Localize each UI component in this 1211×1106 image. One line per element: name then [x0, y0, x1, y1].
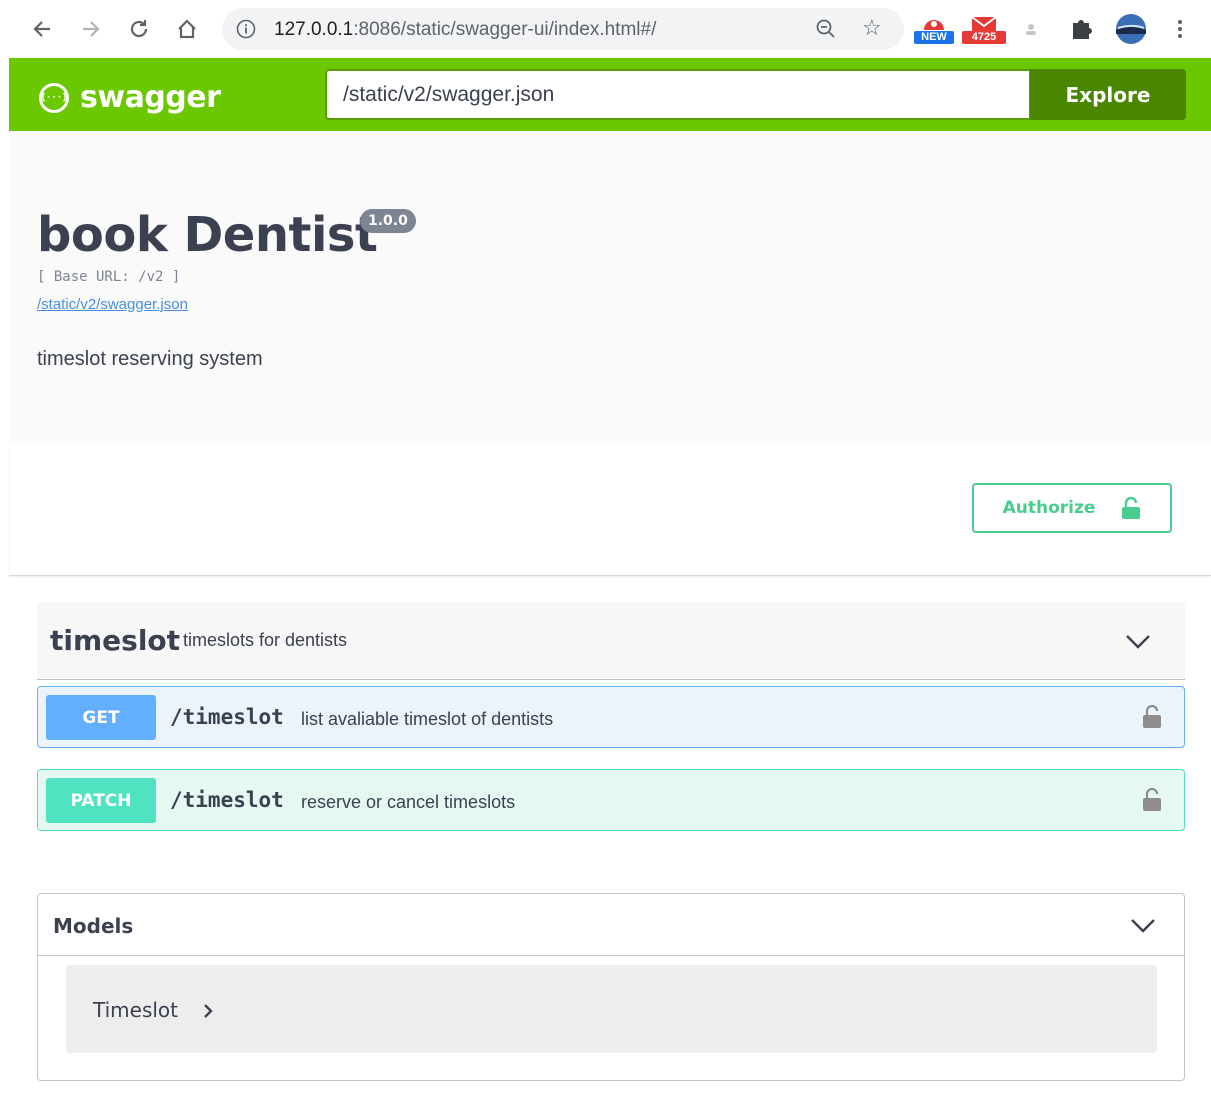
address-bar[interactable]: 127.0.0.1:8086/static/swagger-ui/index.h… — [222, 8, 904, 50]
forward-arrow-icon[interactable] — [76, 14, 106, 44]
models-title: Models — [53, 914, 134, 938]
chevron-right-icon[interactable] — [201, 1003, 215, 1019]
base-url: [ Base URL: /v2 ] — [37, 269, 181, 285]
address-url: 127.0.0.1:8086/static/swagger-ui/index.h… — [274, 19, 656, 41]
authorize-label: Authorize — [1002, 498, 1096, 518]
menu-icon[interactable] — [1170, 14, 1190, 44]
extension-user-icon[interactable] — [1024, 22, 1038, 52]
back-arrow-icon[interactable] — [27, 14, 57, 44]
profile-avatar[interactable] — [1114, 14, 1148, 44]
models-header[interactable]: Models — [38, 894, 1184, 956]
swagger-logo[interactable]: {···} swagger — [39, 80, 221, 115]
model-item[interactable]: Timeslot — [66, 965, 1157, 1053]
extension-new-icon[interactable]: NEW — [914, 14, 954, 44]
star-icon[interactable]: ☆ — [862, 16, 882, 40]
tag-header-timeslot[interactable]: timeslot timeslots for dentists — [37, 602, 1185, 680]
models-section: Models Timeslot — [37, 893, 1185, 1081]
extension-mail-icon[interactable]: 4725 — [962, 14, 1006, 44]
extension-new-badge: NEW — [914, 31, 954, 44]
operation-get-timeslot[interactable]: GET /timeslot list avaliable timeslot of… — [37, 686, 1185, 748]
api-title: book Dentist — [37, 207, 378, 263]
spec-url-input[interactable]: /static/v2/swagger.json — [325, 69, 1031, 120]
logo-glyph: {···} — [40, 92, 68, 103]
operation-path: /timeslot — [170, 788, 284, 812]
operation-path: /timeslot — [170, 705, 284, 729]
version-badge: 1.0.0 — [360, 209, 416, 233]
api-description: timeslot reserving system — [37, 348, 263, 370]
operation-summary: list avaliable timeslot of dentists — [301, 709, 554, 729]
lock-icon[interactable] — [1142, 703, 1162, 729]
logo-text: swagger — [80, 80, 221, 115]
method-badge: PATCH — [46, 778, 156, 823]
api-info: book Dentist 1.0.0 [ Base URL: /v2 ] /st… — [9, 131, 1211, 443]
scheme-container: Authorize — [9, 443, 1211, 576]
extension-mail-badge: 4725 — [962, 31, 1006, 44]
operation-summary: reserve or cancel timeslots — [301, 792, 516, 812]
url-host: 127.0.0.1 — [274, 19, 354, 40]
explore-button[interactable]: Explore — [1030, 69, 1186, 120]
chevron-down-icon[interactable] — [1128, 910, 1158, 940]
puzzle-icon[interactable] — [1068, 14, 1094, 44]
authorize-button[interactable]: Authorize — [972, 483, 1172, 533]
url-path: :8086/static/swagger-ui/index.html#/ — [353, 19, 657, 40]
unlocked-icon — [1122, 496, 1141, 519]
tag-name: timeslot — [50, 624, 181, 657]
swagger-topbar: {···} swagger /static/v2/swagger.json Ex… — [9, 58, 1211, 131]
method-badge: GET — [46, 695, 156, 740]
browser-toolbar: 127.0.0.1:8086/static/swagger-ui/index.h… — [0, 0, 1211, 58]
spec-link[interactable]: /static/v2/swagger.json — [37, 296, 188, 313]
model-name: Timeslot — [93, 998, 178, 1022]
zoom-icon[interactable] — [814, 17, 838, 41]
operation-patch-timeslot[interactable]: PATCH /timeslot reserve or cancel timesl… — [37, 769, 1185, 831]
info-icon[interactable] — [236, 19, 256, 39]
chevron-down-icon[interactable] — [1123, 626, 1153, 656]
home-icon[interactable] — [172, 14, 202, 44]
reload-icon[interactable] — [124, 14, 154, 44]
lock-icon[interactable] — [1142, 786, 1162, 812]
tag-description: timeslots for dentists — [183, 630, 348, 650]
swagger-logo-icon: {···} — [39, 82, 69, 113]
